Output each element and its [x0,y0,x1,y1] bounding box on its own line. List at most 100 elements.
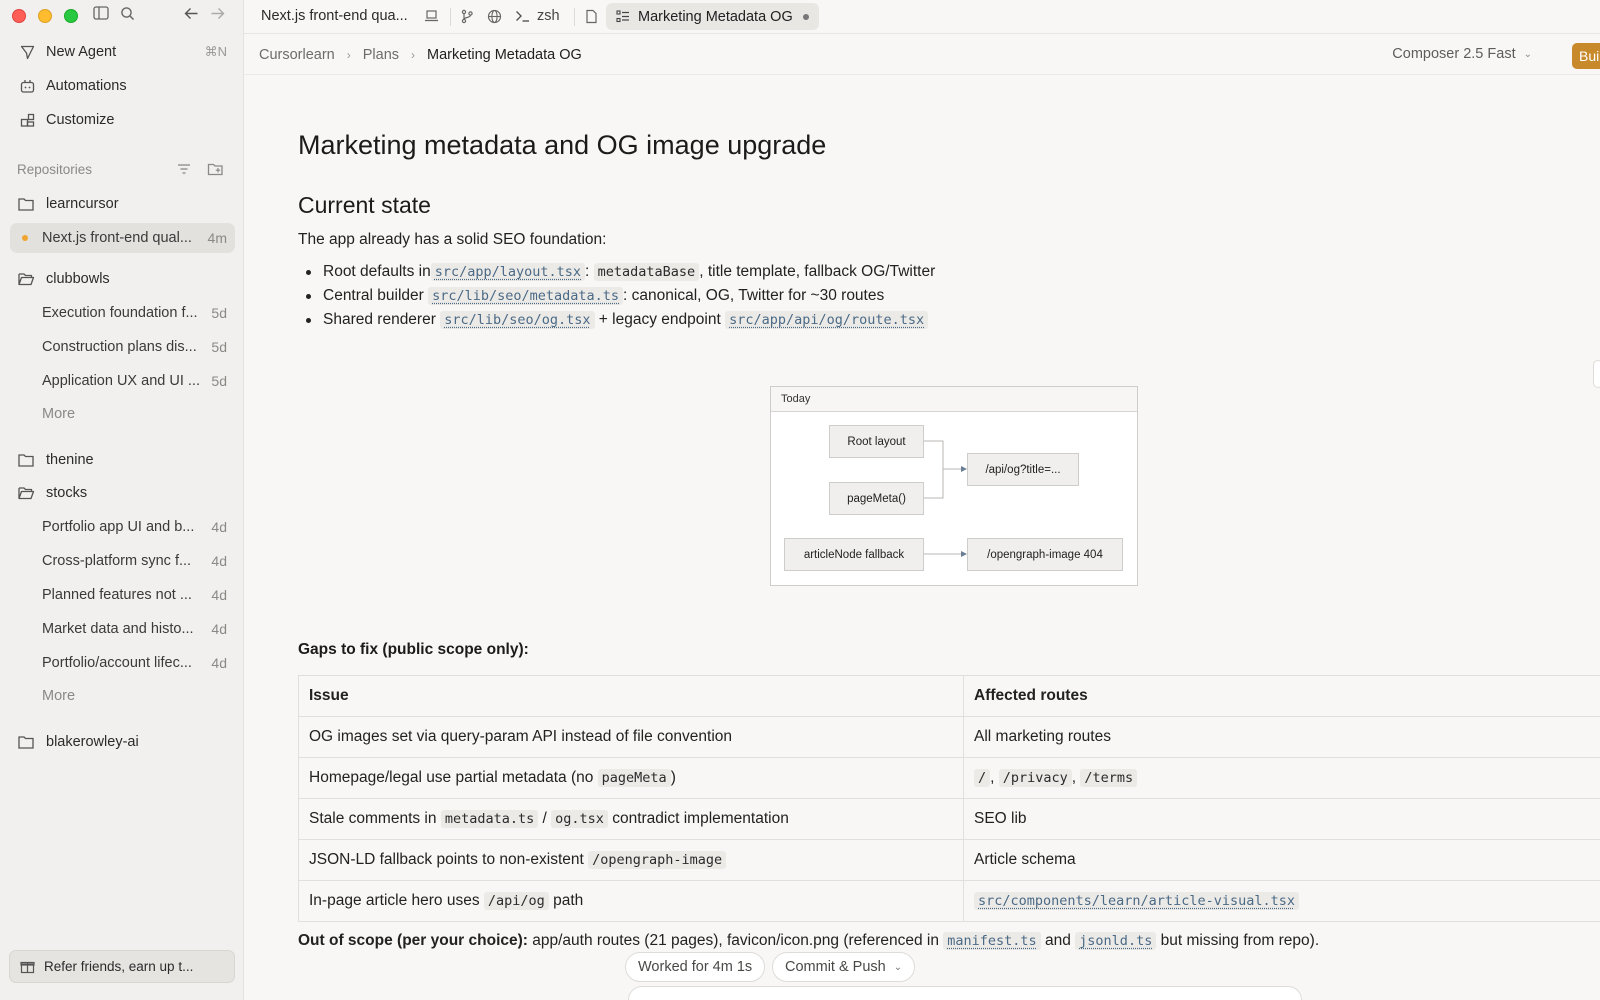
routes-cell: All marketing routes [963,716,1600,758]
new-agent-icon [18,43,36,61]
tab-thread[interactable]: Next.js front-end qua... [261,8,408,24]
text: and [1040,932,1076,949]
file-link[interactable]: jsonld.ts [1075,932,1157,950]
gaps-table: Issue Affected routes OG images set via … [298,675,1600,922]
thread-item[interactable]: Planned features not ... 4d [10,580,235,610]
inline-code: /opengraph-image [588,851,727,869]
globe-icon[interactable] [487,9,502,24]
folder-icon [18,451,36,469]
back-arrow-icon[interactable] [181,6,201,26]
composer-input[interactable] [628,986,1302,1000]
out-of-scope-paragraph: Out of scope (per your choice): app/auth… [298,932,1319,950]
commit-push-button[interactable]: Commit & Push ⌄ [772,952,916,982]
routes-cell: SEO lib [963,798,1600,840]
node-root-layout: Root layout [829,425,924,458]
file-link[interactable]: src/app/api/og/route.tsx [725,311,929,329]
text: In-page article hero uses [309,892,484,909]
column-header: Affected routes [963,675,1600,717]
text: Homepage/legal use partial metadata (no [309,769,598,786]
breadcrumb-item[interactable]: Plans [363,47,399,63]
customize-icon [18,111,36,129]
customize-item[interactable]: Customize [10,105,235,135]
text: Shared renderer [323,311,441,328]
file-link[interactable]: src/app/layout.tsx [430,263,586,281]
intro-paragraph: The app already has a solid SEO foundati… [298,231,607,248]
panel-resize-handle[interactable] [1593,360,1600,388]
issue-cell: Homepage/legal use partial metadata (no … [298,757,964,799]
maximize-window-button[interactable] [64,9,78,23]
worked-duration-badge: Worked for 4m 1s [625,952,766,982]
thread-item[interactable]: Portfolio/account lifec... 4d [10,648,235,678]
thread-item[interactable]: Market data and histo... 4d [10,614,235,644]
list-item: Central builder src/lib/seo/metadata.ts … [306,287,884,305]
folder-open-icon [18,270,36,288]
model-selector[interactable]: Composer 2.5 Fast ⌄ [1392,46,1532,62]
issue-cell: OG images set via query-param API instea… [298,716,964,758]
repo-blakerowley-ai[interactable]: blakerowley-ai [10,727,235,757]
node-api-og: /api/og?title=... [967,453,1079,486]
text: + legacy endpoint [594,311,726,328]
column-header: Issue [298,675,964,717]
table-row: Stale comments in metadata.ts / og.tsx c… [298,798,1600,840]
thread-item[interactable]: Construction plans dis... 5d [10,332,235,362]
terminal-icon[interactable] [515,9,531,23]
active-tab-label: Marketing Metadata OG [638,8,793,25]
thread-time: 4d [211,519,227,535]
new-agent-label: New Agent [46,44,117,60]
sidebar-toggle-icon[interactable] [91,6,111,26]
gift-icon [20,959,36,975]
more-link[interactable]: More [42,688,75,704]
filter-icon[interactable] [176,161,194,179]
document-icon[interactable] [585,9,598,24]
git-branch-icon[interactable] [460,9,474,24]
laptop-icon[interactable] [424,9,439,23]
sidebar: New Agent ⌘N Automations Customize Repos… [0,0,244,1000]
file-link[interactable]: src/lib/seo/og.tsx [440,311,595,329]
thread-time: 4d [211,655,227,671]
file-link[interactable]: src/components/learn/article-visual.tsx [974,892,1299,910]
folder-icon [18,195,36,213]
add-folder-icon[interactable] [207,161,225,179]
repo-clubbowls[interactable]: clubbowls [10,264,235,294]
repo-name: blakerowley-ai [46,734,139,750]
commit-label: Commit & Push [785,959,886,975]
automations-label: Automations [46,78,127,94]
tab-marketing-metadata[interactable]: Marketing Metadata OG [606,3,819,30]
forward-arrow-icon[interactable] [207,6,227,26]
model-label: Composer 2.5 Fast [1392,46,1516,62]
list-item: Shared renderer src/lib/seo/og.tsx + leg… [306,311,929,329]
file-link[interactable]: manifest.ts [943,932,1041,950]
thread-item[interactable]: Application UX and UI ... 5d [10,366,235,396]
thread-item[interactable]: Execution foundation f... 5d [10,298,235,328]
repo-thenine[interactable]: thenine [10,445,235,475]
more-link[interactable]: More [42,406,75,422]
thread-item[interactable]: Cross-platform sync f... 4d [10,546,235,576]
refer-friends-button[interactable]: Refer friends, earn up t... [9,950,235,983]
thread-time: 5d [211,305,227,321]
file-link[interactable]: src/lib/seo/metadata.ts [428,287,624,305]
thread-time: 4d [211,621,227,637]
breadcrumb-item[interactable]: Cursorlearn [259,47,335,63]
flow-diagram: Today Root layout pageMeta() /api/og?tit… [770,386,1138,586]
new-agent-item[interactable]: New Agent ⌘N [10,37,235,67]
thread-item-active[interactable]: Next.js front-end qual... 4m [10,223,235,253]
thread-time: 4d [211,553,227,569]
repo-learncursor[interactable]: learncursor [10,189,235,219]
automations-item[interactable]: Automations [10,71,235,101]
search-icon[interactable] [117,6,137,26]
build-button[interactable]: Build [1572,43,1600,69]
folder-icon [18,733,36,751]
bullet-dot [306,317,311,323]
thread-label: Cross-platform sync f... [42,553,192,569]
table-row: In-page article hero uses /api/og path s… [298,880,1600,922]
unsaved-indicator [802,13,809,20]
out-of-scope-label: Out of scope (per your choice): [298,932,528,949]
list-item: Root defaults in src/app/layout.tsx : me… [306,263,935,281]
repo-stocks[interactable]: stocks [10,478,235,508]
chevron-down-icon: ⌄ [1523,48,1532,60]
minimize-window-button[interactable] [38,9,52,23]
thread-time: 5d [211,373,227,389]
thread-item[interactable]: Portfolio app UI and b... 4d [10,512,235,542]
tab-terminal[interactable]: zsh [537,8,560,24]
close-window-button[interactable] [12,9,26,23]
